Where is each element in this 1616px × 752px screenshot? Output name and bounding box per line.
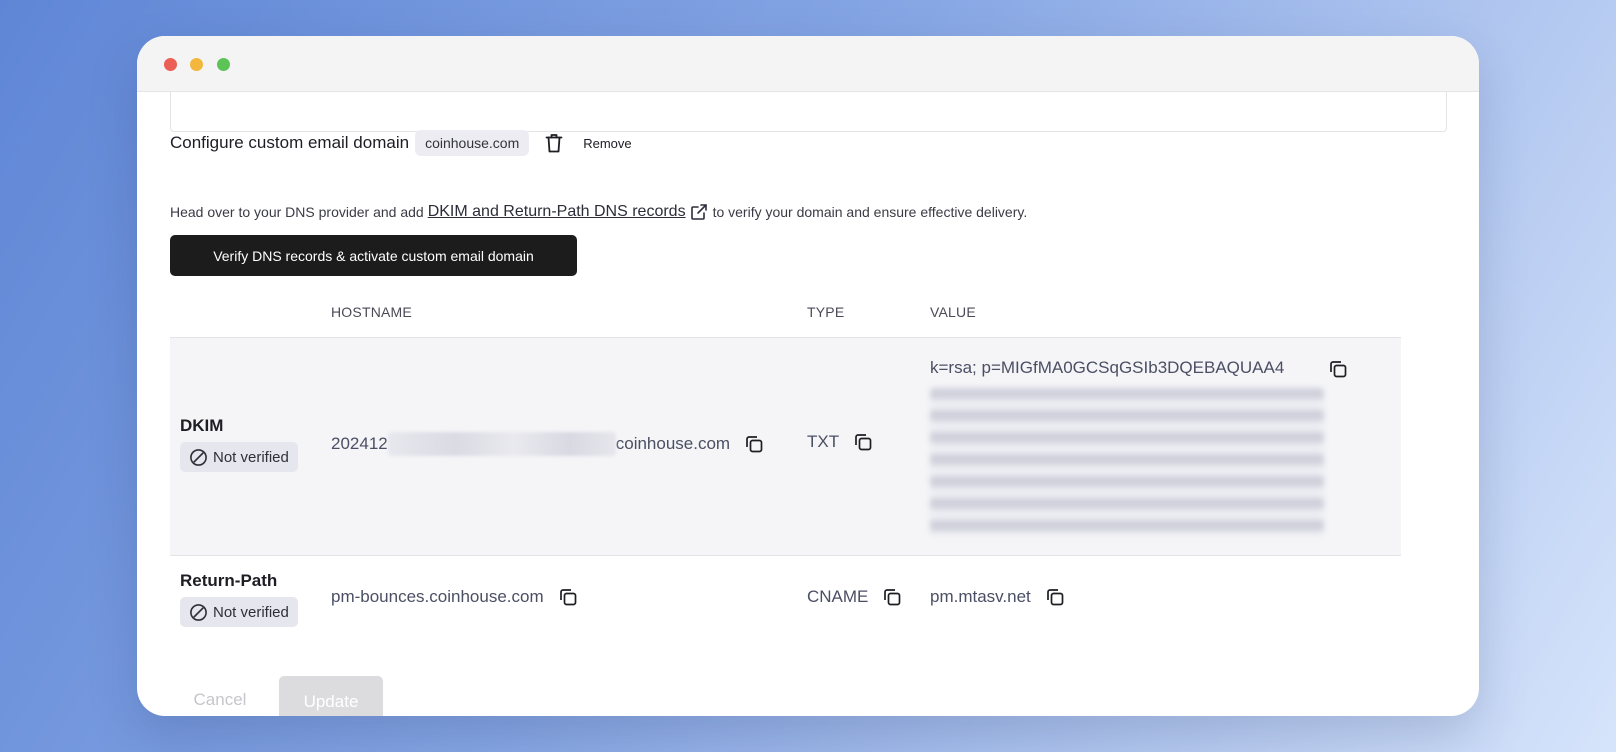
copy-icon[interactable] — [744, 434, 764, 454]
table-row-dkim: DKIM Not verified 202412 coinhouse.com T — [170, 338, 1401, 556]
status-text: Not verified — [213, 448, 289, 466]
hostname-text: pm-bounces.coinhouse.com — [331, 587, 544, 606]
dns-records-link[interactable]: DKIM and Return-Path DNS records — [428, 203, 686, 221]
close-window-button[interactable] — [164, 58, 177, 71]
update-button[interactable]: Update — [279, 676, 383, 716]
domain-config-header: Configure custom email domain coinhouse.… — [170, 128, 632, 158]
trash-icon — [545, 133, 573, 153]
remove-domain-button[interactable]: Remove — [545, 133, 632, 153]
record-label-dkim: DKIM — [180, 416, 224, 435]
instructions-before: Head over to your DNS provider and add — [170, 204, 424, 220]
maximize-window-button[interactable] — [217, 58, 230, 71]
value-cell: pm.mtasv.net — [930, 587, 1065, 607]
column-header-type: TYPE — [807, 304, 845, 320]
previous-section-edge — [170, 92, 1447, 132]
hostname-cell: 202412 coinhouse.com — [331, 432, 764, 456]
status-badge: Not verified — [180, 597, 298, 627]
page-title: Configure custom email domain — [170, 133, 410, 152]
hostname-prefix: 202412 — [331, 434, 388, 453]
column-header-hostname: HOSTNAME — [331, 304, 412, 320]
type-text: TXT — [807, 432, 840, 451]
remove-label: Remove — [583, 135, 632, 151]
cancel-button[interactable]: Cancel — [170, 676, 270, 716]
table-row-return-path: Return-Path Not verified pm-bounces.coin… — [170, 557, 1401, 649]
hostname-cell: pm-bounces.coinhouse.com — [331, 587, 578, 607]
type-cell: TXT — [807, 432, 873, 452]
value-text: k=rsa; p=MIGfMA0GCSqGSIb3DQEBAQUAA4 — [930, 358, 1285, 377]
redacted-value — [930, 388, 1324, 536]
type-text: CNAME — [807, 587, 869, 606]
value-text: pm.mtasv.net — [930, 587, 1031, 606]
copy-icon[interactable] — [853, 432, 873, 452]
minimize-window-button[interactable] — [190, 58, 203, 71]
title-bar — [137, 36, 1479, 92]
instructions-text: Head over to your DNS provider and add D… — [170, 203, 1027, 221]
status-badge: Not verified — [180, 442, 298, 472]
column-header-value: VALUE — [930, 304, 976, 320]
external-link-icon[interactable] — [690, 203, 708, 221]
copy-icon[interactable] — [1328, 359, 1348, 379]
copy-icon[interactable] — [882, 587, 902, 607]
domain-chip: coinhouse.com — [415, 130, 530, 156]
type-cell: CNAME — [807, 587, 902, 607]
instructions-after: to verify your domain and ensure effecti… — [712, 204, 1028, 220]
record-label-return-path: Return-Path — [180, 571, 278, 590]
not-allowed-icon — [190, 448, 207, 466]
hostname-suffix: coinhouse.com — [615, 434, 731, 453]
not-allowed-icon — [190, 603, 207, 621]
redacted-hostname — [387, 432, 616, 456]
status-text: Not verified — [213, 603, 289, 621]
app-window: Configure custom email domain coinhouse.… — [137, 36, 1479, 716]
copy-icon[interactable] — [1045, 587, 1065, 607]
copy-icon[interactable] — [558, 587, 578, 607]
verify-dns-button[interactable]: Verify DNS records & activate custom ema… — [170, 235, 577, 276]
